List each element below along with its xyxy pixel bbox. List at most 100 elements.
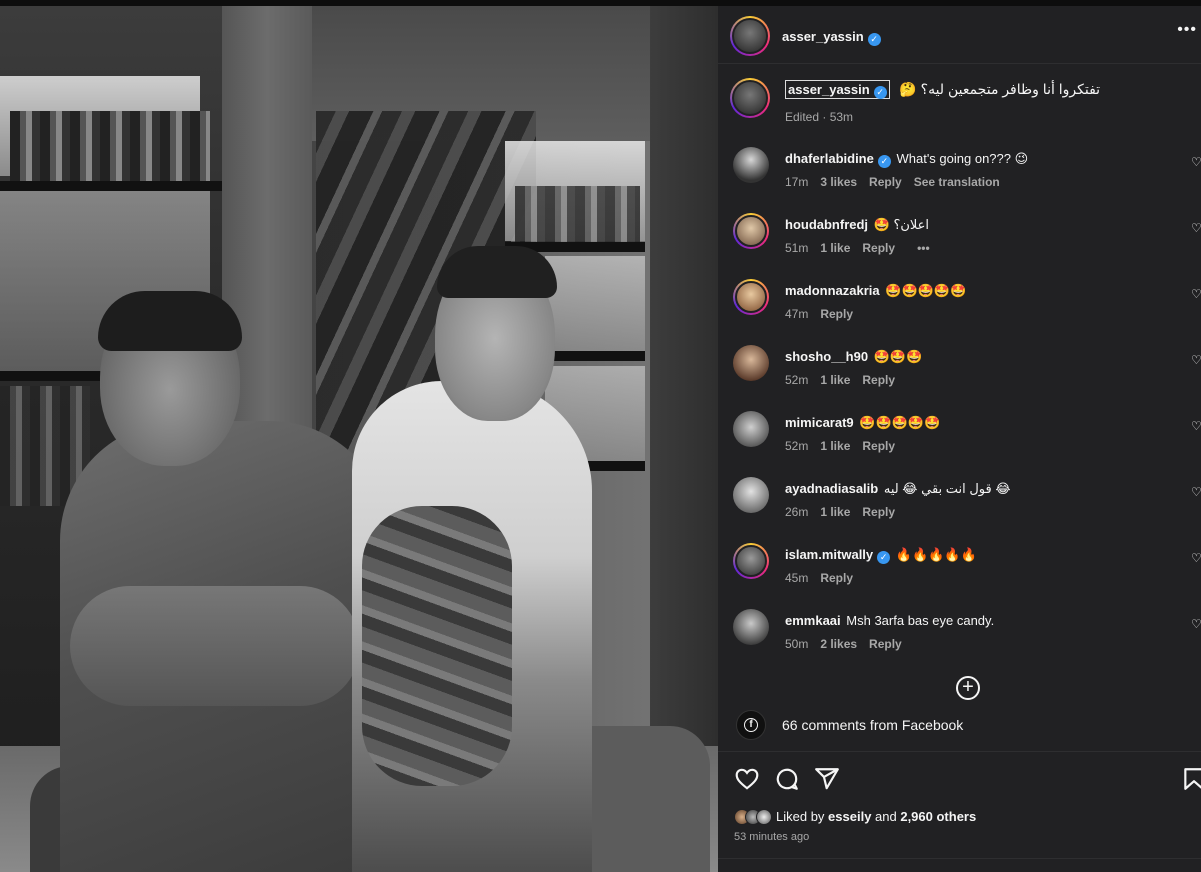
commenter-avatar[interactable] — [733, 543, 769, 579]
comment-like-icon[interactable]: ♡ — [1191, 287, 1201, 301]
comment-time: 47m — [785, 307, 809, 321]
post-timestamp: 53 minutes ago — [734, 831, 810, 843]
author-name-row: asser_yassin ✓ — [782, 28, 881, 46]
reply-button[interactable]: Reply — [862, 439, 895, 453]
comment-likes[interactable]: 1 like — [820, 439, 850, 453]
comment-item: mimicarat9 🤩🤩🤩🤩🤩 52m 1 like Reply ♡ — [718, 411, 1201, 477]
post-side-panel: asser_yassin ✓ ••• asser_yassin ✓ تفتكروا … — [718, 6, 1201, 872]
verified-icon: ✓ — [877, 551, 891, 564]
save-bookmark-icon[interactable] — [1181, 766, 1201, 792]
comment-likes[interactable]: 1 like — [820, 505, 850, 519]
comment-like-icon[interactable]: ♡ — [1191, 155, 1201, 169]
commenter-avatar[interactable] — [733, 213, 769, 249]
comment-like-icon[interactable]: ♡ — [1191, 221, 1201, 235]
likes-connector: and — [871, 809, 901, 825]
comment-like-icon[interactable]: ♡ — [1191, 617, 1201, 631]
photo-bg — [545, 351, 645, 361]
liker-avatar[interactable] — [756, 808, 772, 825]
facebook-glyph: f — [744, 718, 758, 732]
commenter-username[interactable]: shosho__h90 — [785, 349, 868, 364]
comment-text: Msh 3arfa bas eye candy. — [846, 613, 995, 628]
comment-item: ayadnadiasalib 😂 قول انت بقي 😂 ليه 26m 1 … — [718, 477, 1201, 543]
caption-username[interactable]: asser_yassin — [788, 82, 870, 97]
comment-like-icon[interactable]: ♡ — [1191, 353, 1201, 367]
comment-text: اعلان؟ 🤩 — [873, 217, 930, 232]
photo-bg — [10, 111, 210, 181]
caption-meta: Edited · 53m — [785, 110, 854, 124]
comment-time: 52m — [785, 373, 809, 387]
commenter-username[interactable]: madonnazakria — [785, 283, 880, 298]
commenter-username[interactable]: ayadnadiasalib — [785, 481, 878, 496]
photo-person — [437, 246, 557, 298]
caption-username-box[interactable]: asser_yassin ✓ — [785, 80, 890, 99]
commenter-avatar[interactable] — [733, 345, 769, 381]
reply-button[interactable]: Reply — [869, 637, 902, 651]
reply-button[interactable]: Reply — [869, 175, 902, 189]
more-options-icon[interactable]: ••• — [1177, 21, 1197, 39]
reply-button[interactable]: Reply — [862, 241, 895, 255]
likes-others-link[interactable]: 2,960 others — [900, 809, 976, 824]
liker-username[interactable]: esseily — [828, 809, 871, 824]
comment-like-icon[interactable]: ♡ — [1191, 485, 1201, 499]
comment-item: dhaferlabidine ✓ What's going on??? 😉 17m… — [718, 147, 1201, 213]
reply-button[interactable]: Reply — [820, 307, 853, 321]
commenter-username[interactable]: mimicarat9 — [785, 415, 854, 430]
photo-bg — [515, 186, 640, 246]
caption-avatar[interactable] — [730, 78, 770, 118]
comment-item: madonnazakria 🤩🤩🤩🤩🤩 47m Reply ♡ — [718, 279, 1201, 345]
like-heart-icon[interactable] — [734, 766, 760, 792]
comment-icon[interactable] — [774, 766, 800, 792]
commenter-avatar[interactable] — [733, 477, 769, 513]
comment-text: 😂 قول انت بقي 😂 ليه — [883, 481, 1011, 496]
caption: asser_yassin ✓ تفتكروا أنا وظافر متجمعين … — [785, 80, 1101, 124]
comment-text: 🔥🔥🔥🔥🔥 — [895, 547, 977, 562]
comment-time: 50m — [785, 637, 809, 651]
facebook-comments-link[interactable]: 66 comments from Facebook — [782, 717, 963, 733]
facebook-icon: f — [736, 710, 766, 740]
post-actions — [718, 764, 1201, 794]
comment-text: 🤩🤩🤩🤩🤩 — [885, 283, 967, 298]
post-header: asser_yassin ✓ ••• — [718, 6, 1201, 64]
comment-more-icon[interactable]: ••• — [917, 241, 930, 255]
commenter-username[interactable]: dhaferlabidine — [785, 151, 874, 166]
divider — [718, 858, 1201, 859]
comment-likes[interactable]: 1 like — [820, 373, 850, 387]
caption-text: تفتكروا أنا وظافر متجمعين ليه؟ 🤔 — [899, 81, 1101, 97]
comment-time: 17m — [785, 175, 809, 189]
commenter-username[interactable]: houdabnfredj — [785, 217, 868, 232]
commenter-avatar[interactable] — [733, 147, 769, 183]
comment-like-icon[interactable]: ♡ — [1191, 551, 1201, 565]
comment-item: houdabnfredj اعلان؟ 🤩 51m 1 like Reply ••• … — [718, 213, 1201, 279]
commenter-avatar[interactable] — [733, 279, 769, 315]
commenter-username[interactable]: emmkaai — [785, 613, 841, 628]
comment-likes[interactable]: 1 like — [820, 241, 850, 255]
reply-button[interactable]: Reply — [820, 571, 853, 585]
comment-time: 26m — [785, 505, 809, 519]
photo-bg — [545, 256, 645, 356]
reply-button[interactable]: Reply — [862, 505, 895, 519]
see-translation-link[interactable]: See translation — [914, 175, 1000, 189]
commenter-avatar[interactable] — [733, 411, 769, 447]
commenter-avatar[interactable] — [733, 609, 769, 645]
verified-icon: ✓ — [867, 33, 881, 46]
comment-like-icon[interactable]: ♡ — [1191, 419, 1201, 433]
load-more-comments-icon[interactable]: + — [956, 676, 980, 700]
share-icon[interactable] — [814, 766, 840, 792]
photo-person — [362, 506, 512, 786]
author-avatar[interactable] — [730, 16, 770, 56]
comment-item: shosho__h90 🤩🤩🤩 52m 1 like Reply ♡ — [718, 345, 1201, 411]
commenter-username[interactable]: islam.mitwally — [785, 547, 873, 562]
photo-person — [98, 291, 242, 351]
comment-likes[interactable]: 3 likes — [820, 175, 857, 189]
author-username[interactable]: asser_yassin — [782, 29, 864, 44]
comment-item: emmkaai Msh 3arfa bas eye candy. 50m 2 li… — [718, 609, 1201, 675]
comment-text: 🤩🤩🤩🤩🤩 — [859, 415, 941, 430]
facebook-comments-row[interactable]: f 66 comments from Facebook — [718, 706, 1201, 752]
photo-bg — [0, 181, 230, 191]
comment-time: 51m — [785, 241, 809, 255]
comment-likes[interactable]: 2 likes — [820, 637, 857, 651]
post-photo[interactable] — [0, 6, 718, 872]
reply-button[interactable]: Reply — [862, 373, 895, 387]
comment-time: 52m — [785, 439, 809, 453]
verified-icon: ✓ — [877, 155, 891, 168]
